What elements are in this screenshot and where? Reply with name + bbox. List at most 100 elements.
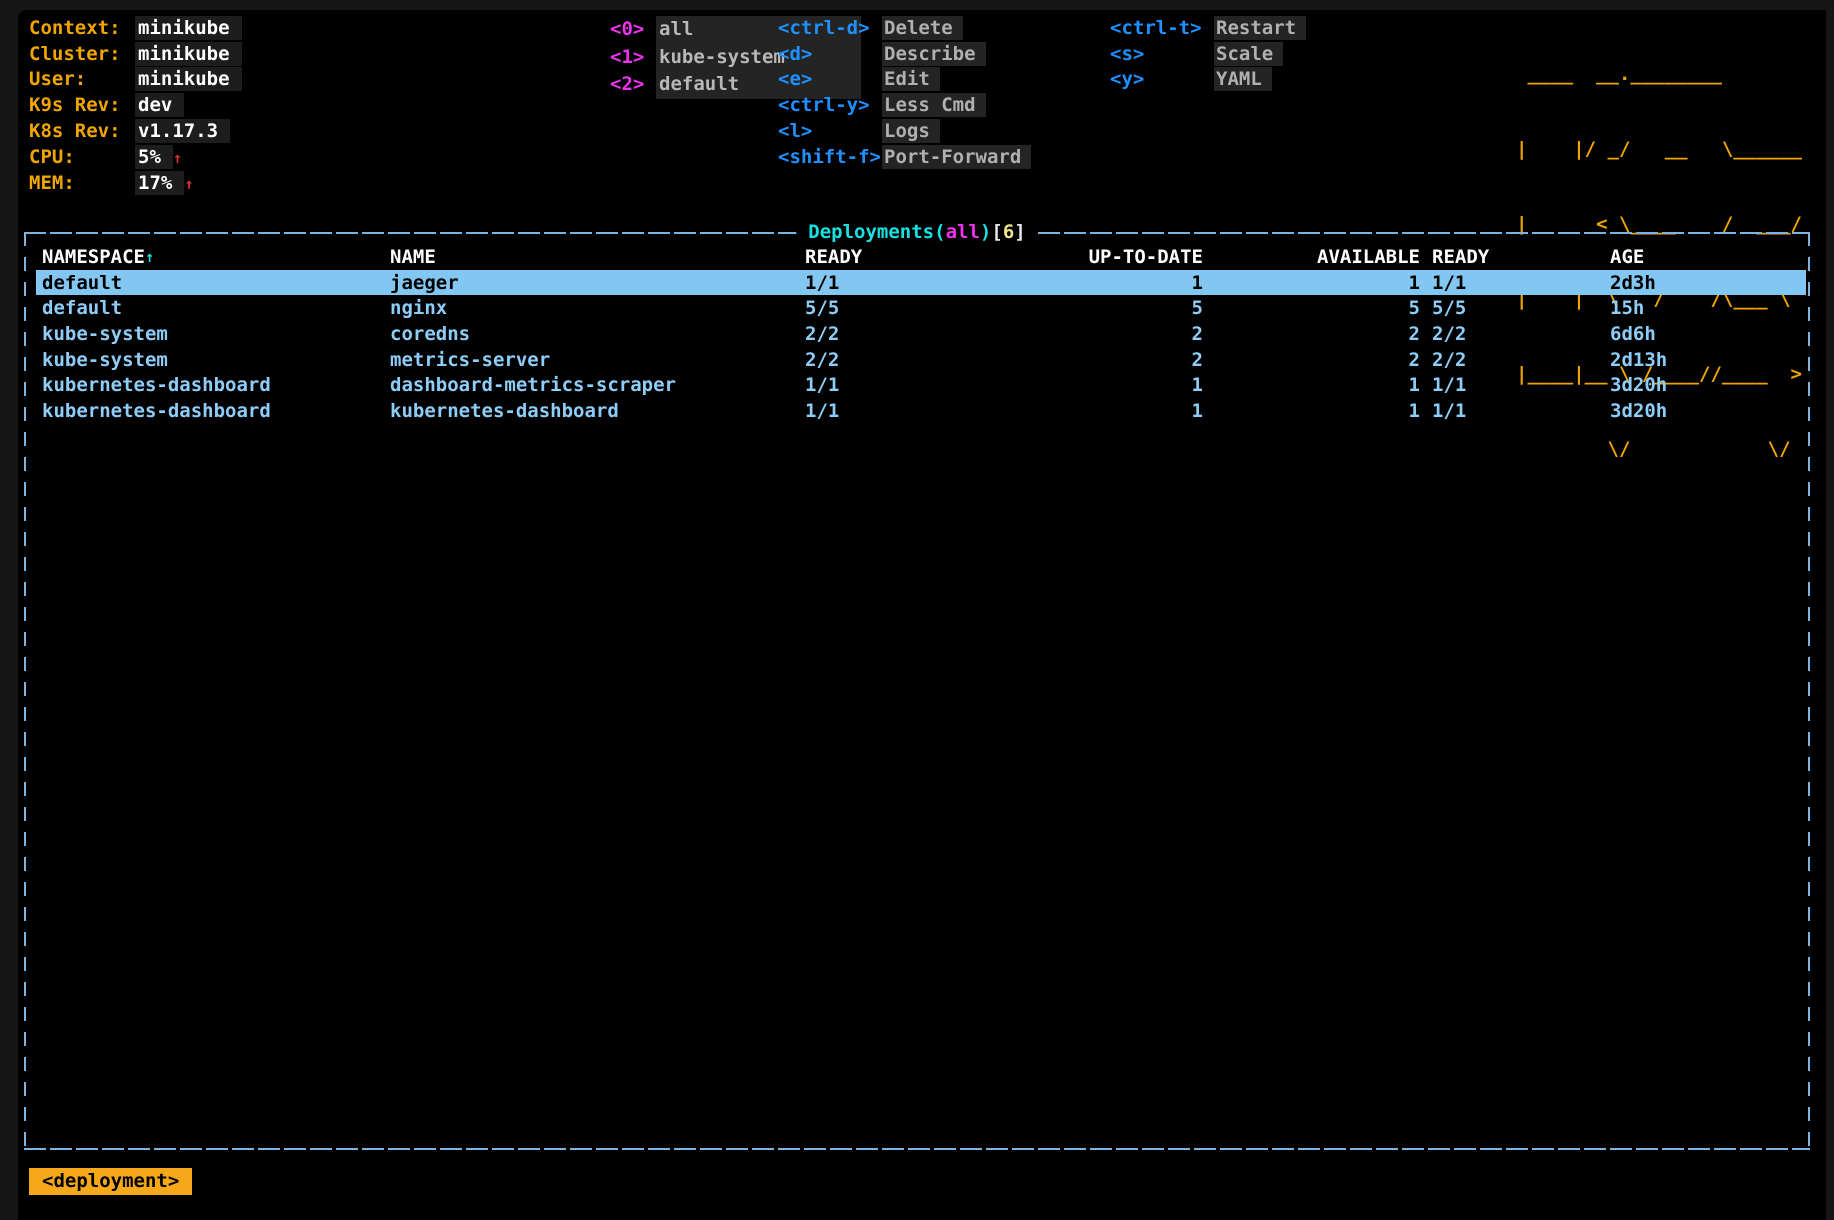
cell-namespace: kubernetes-dashboard — [42, 374, 390, 396]
resource-count: 6 — [1003, 221, 1014, 243]
hotkey-action: Restart — [1214, 16, 1306, 40]
column-header-available: AVAILABLE — [1203, 246, 1420, 268]
cell-name: jaeger — [390, 272, 805, 294]
cell-name: coredns — [390, 323, 805, 345]
resource-name: Deployments — [808, 221, 934, 243]
context-value: minikube — [135, 16, 242, 40]
menu-item-yaml[interactable]: <y>YAML — [1110, 67, 1306, 93]
menu-item-delete[interactable]: <ctrl-d>Delete — [778, 16, 1031, 42]
hotkey: <l> — [778, 119, 882, 145]
shortcut-key: <0> — [610, 17, 656, 43]
hotkey-action: Scale — [1214, 42, 1283, 66]
cell-available: 1 — [1203, 374, 1420, 396]
hotkey-action: Delete — [882, 16, 963, 40]
cell-ready-2: 1/1 — [1420, 374, 1610, 396]
menu-item-restart[interactable]: <ctrl-t>Restart — [1110, 16, 1306, 42]
cell-namespace: kube-system — [42, 349, 390, 371]
cell-up-to-date: 2 — [980, 323, 1203, 345]
cell-ready-2: 2/2 — [1420, 323, 1610, 345]
column-header-ready-2: READY — [1420, 246, 1610, 268]
context-label: Context: — [29, 16, 135, 42]
cell-up-to-date: 1 — [980, 272, 1203, 294]
column-header-namespace: NAMESPACE↑ — [42, 246, 390, 268]
cell-age: 2d13h — [1610, 349, 1806, 371]
table-row-coredns[interactable]: kube-system coredns 2/2 2 2 2/2 6d6h — [36, 321, 1806, 347]
cell-name: nginx — [390, 297, 805, 319]
cell-age: 2d3h — [1610, 272, 1806, 294]
cell-age: 3d20h — [1610, 374, 1806, 396]
table-row-metrics-server[interactable]: kube-system metrics-server 2/2 2 2 2/2 2… — [36, 347, 1806, 373]
hotkey: <shift-f> — [778, 145, 882, 171]
k9s-rev-value: dev — [135, 93, 184, 117]
hotkey: <d> — [778, 42, 882, 68]
cell-available: 2 — [1203, 349, 1420, 371]
menu-item-port-forward[interactable]: <shift-f>Port-Forward — [778, 145, 1031, 171]
cell-name: dashboard-metrics-scraper — [390, 374, 805, 396]
cell-ready: 1/1 — [805, 400, 980, 422]
namespace-scope: all — [946, 221, 980, 243]
hotkey-action: Edit — [882, 67, 940, 91]
cell-age: 3d20h — [1610, 400, 1806, 422]
hotkey-action: Describe — [882, 42, 986, 66]
k9s-rev-row: K9s Rev:dev — [29, 93, 242, 119]
cluster-label: Cluster: — [29, 42, 135, 68]
breadcrumb-deployment: <deployment> — [29, 1168, 192, 1195]
hotkey-action: Logs — [882, 119, 940, 143]
hotkey-action: Port-Forward — [882, 145, 1031, 169]
cell-available: 1 — [1203, 400, 1420, 422]
deployments-pane: Deployments(all)[6] NAMESPACE↑ NAME READ… — [24, 232, 1810, 1150]
cell-available: 1 — [1203, 272, 1420, 294]
menu-item-scale[interactable]: <s>Scale — [1110, 42, 1306, 68]
menu-item-less-cmd[interactable]: <ctrl-y>Less Cmd — [778, 93, 1031, 119]
cell-ready: 1/1 — [805, 374, 980, 396]
cell-available: 2 — [1203, 323, 1420, 345]
cell-available: 5 — [1203, 297, 1420, 319]
cluster-value: minikube — [135, 42, 242, 66]
cluster-info: Context:minikube Cluster:minikube User:m… — [29, 16, 242, 198]
hotkey: <y> — [1110, 67, 1214, 93]
pane-title: Deployments(all)[6] — [796, 219, 1037, 245]
hotkey-action: Less Cmd — [882, 93, 986, 117]
menu-item-edit[interactable]: <e>Edit — [778, 67, 1031, 93]
hotkey: <e> — [778, 67, 882, 93]
cell-ready: 2/2 — [805, 349, 980, 371]
cell-up-to-date: 5 — [980, 297, 1203, 319]
column-header-up-to-date: UP-TO-DATE — [980, 246, 1203, 268]
menu-item-logs[interactable]: <l>Logs — [778, 119, 1031, 145]
pane-border-right — [1808, 232, 1810, 1150]
hotkey: <ctrl-d> — [778, 16, 882, 42]
cell-namespace: default — [42, 297, 390, 319]
k8s-rev-value: v1.17.3 — [135, 119, 230, 143]
table-row-kubernetes-dashboard[interactable]: kubernetes-dashboard kubernetes-dashboar… — [36, 398, 1806, 424]
cell-name: kubernetes-dashboard — [390, 400, 805, 422]
column-header-age: AGE — [1610, 246, 1806, 268]
deployments-table: NAMESPACE↑ NAME READY UP-TO-DATE AVAILAB… — [36, 244, 1806, 424]
cell-up-to-date: 1 — [980, 400, 1203, 422]
terminal-screen: Context:minikube Cluster:minikube User:m… — [18, 10, 1826, 1220]
cpu-row: CPU:5%↑ — [29, 145, 242, 172]
cell-ready-2: 1/1 — [1420, 400, 1610, 422]
table-row-dashboard-metrics-scraper[interactable]: kubernetes-dashboard dashboard-metrics-s… — [36, 372, 1806, 398]
hotkey: <s> — [1110, 42, 1214, 68]
cell-ready-2: 2/2 — [1420, 349, 1610, 371]
cpu-trend-up-icon: ↑ — [173, 149, 182, 167]
context-row: Context:minikube — [29, 16, 242, 42]
mem-row: MEM:17%↑ — [29, 171, 242, 198]
table-header-row: NAMESPACE↑ NAME READY UP-TO-DATE AVAILAB… — [36, 244, 1806, 270]
cell-namespace: default — [42, 272, 390, 294]
cell-namespace: kube-system — [42, 323, 390, 345]
column-header-ready: READY — [805, 246, 980, 268]
user-value: minikube — [135, 67, 242, 91]
cell-age: 6d6h — [1610, 323, 1806, 345]
hotkey: <ctrl-y> — [778, 93, 882, 119]
cell-namespace: kubernetes-dashboard — [42, 400, 390, 422]
table-row-jaeger[interactable]: default jaeger 1/1 1 1 1/1 2d3h — [36, 270, 1806, 296]
hotkey-menu-primary: <ctrl-d>Delete <d>Describe <e>Edit <ctrl… — [778, 16, 1031, 170]
user-row: User:minikube — [29, 67, 242, 93]
table-row-nginx[interactable]: default nginx 5/5 5 5 5/5 15h — [36, 295, 1806, 321]
hotkey: <ctrl-t> — [1110, 16, 1214, 42]
mem-value: 17% — [135, 171, 184, 195]
pane-border-left — [24, 232, 26, 1150]
menu-item-describe[interactable]: <d>Describe — [778, 42, 1031, 68]
cluster-row: Cluster:minikube — [29, 42, 242, 68]
